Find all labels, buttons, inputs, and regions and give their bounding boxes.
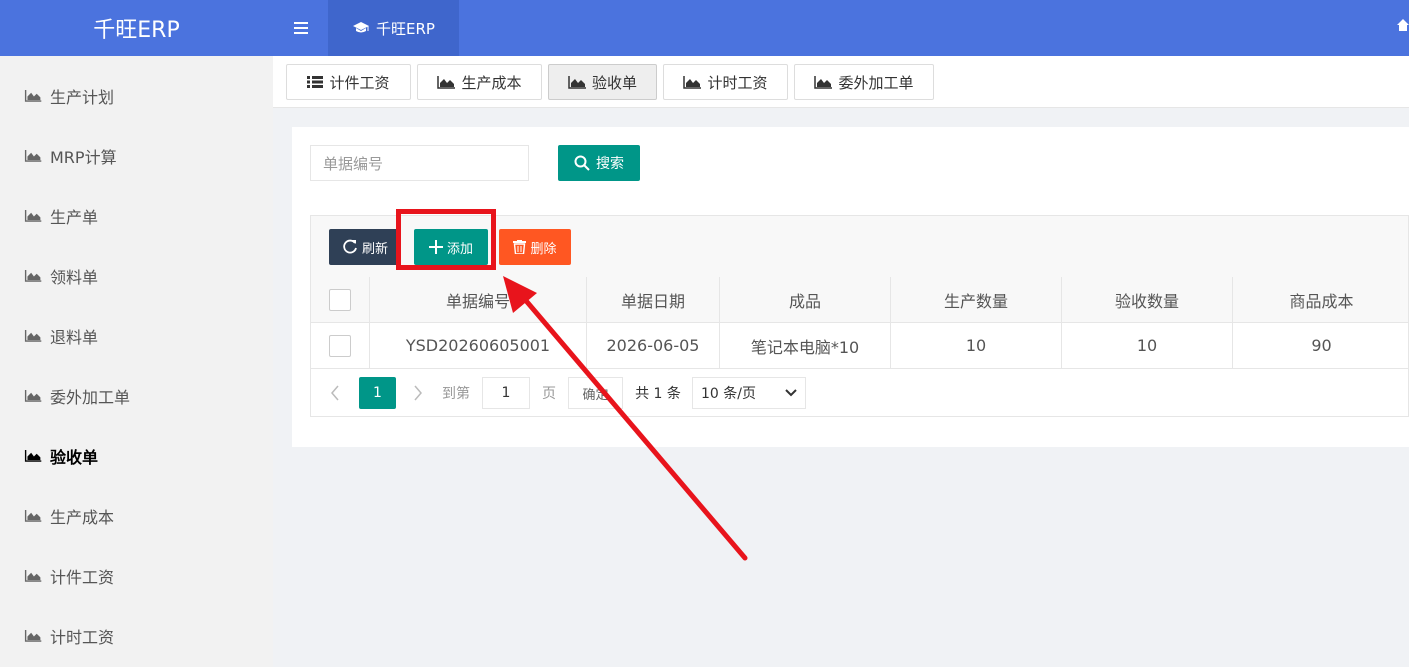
area-chart-icon	[24, 390, 42, 402]
column-header: 生产数量	[890, 277, 1061, 322]
area-chart-icon	[24, 330, 42, 342]
total-count: 共 1 条	[635, 386, 681, 402]
sidebar: 生产计划 MRP计算生产单领料单退料单委外加工单验收单生产成本计件工资计时工资	[0, 56, 273, 667]
column-header: 成品	[719, 277, 890, 322]
table-cell: 2026-06-05	[586, 323, 719, 368]
area-chart-icon	[683, 75, 702, 89]
table-row: YSD20260605001 2026-06-05 笔记本电脑*10 10 10 90	[310, 323, 1409, 369]
checkbox[interactable]	[329, 288, 351, 311]
page-size-value: 10 条/页	[701, 386, 756, 402]
highlight-box	[396, 209, 496, 270]
sidebar-item[interactable]: 生产计划	[0, 66, 273, 126]
sidebar-item[interactable]: 计件工资	[0, 546, 273, 606]
refresh-button[interactable]: 刷新	[329, 229, 401, 265]
area-chart-icon	[24, 510, 42, 522]
goto-confirm-button[interactable]: 确定	[568, 377, 623, 409]
menu-icon	[293, 22, 308, 34]
table-cell: 90	[1232, 323, 1409, 368]
search-icon	[574, 155, 590, 171]
graduation-cap-icon	[353, 22, 370, 33]
table-cell: 笔记本电脑*10	[719, 323, 890, 368]
search-button-label: 搜索	[596, 156, 624, 172]
table-cell: 10	[890, 323, 1061, 368]
top-bar: 千旺ERP 千旺ERP	[0, 0, 1409, 56]
sidebar-item-label: 生产计划	[50, 88, 115, 107]
area-chart-icon	[24, 630, 42, 642]
page-number-input[interactable]: 1	[482, 377, 530, 409]
sidebar-item[interactable]: 验收单	[0, 426, 273, 486]
document-number-input[interactable]: 单据编号	[310, 145, 529, 181]
sidebar-item[interactable]: MRP计算	[0, 126, 273, 186]
trash-icon	[513, 240, 527, 254]
sidebar-item-label: MRP计算	[50, 148, 117, 167]
delete-label: 删除	[530, 241, 557, 257]
column-header: 商品成本	[1232, 277, 1409, 322]
tab-label: 计件工资	[329, 73, 390, 92]
app-tab-label: 千旺ERP	[376, 19, 435, 38]
sidebar-item[interactable]: 退料单	[0, 306, 273, 366]
table-cell: 10	[1061, 323, 1232, 368]
page-unit-label: 页	[542, 386, 556, 402]
sidebar-item-label: 委外加工单	[50, 388, 131, 407]
tab-outsourcing[interactable]: 委外加工单	[794, 64, 934, 100]
area-chart-icon	[24, 210, 42, 222]
refresh-label: 刷新	[361, 241, 388, 257]
column-header: 单据编号	[369, 277, 586, 322]
checkbox[interactable]	[329, 334, 351, 357]
sidebar-item-label: 生产单	[50, 208, 99, 227]
area-chart-icon	[437, 75, 456, 89]
search-button[interactable]: 搜索	[558, 145, 640, 181]
tab-piece-wage[interactable]: 计件工资	[286, 64, 411, 100]
area-chart-icon	[24, 450, 42, 462]
delete-button[interactable]: 删除	[499, 229, 571, 265]
list-icon	[307, 76, 324, 88]
sidebar-item[interactable]: 委外加工单	[0, 366, 273, 426]
area-chart-icon	[814, 75, 833, 89]
page-1-button[interactable]: 1	[359, 377, 396, 409]
area-chart-icon	[24, 570, 42, 582]
brand-logo: 千旺ERP	[93, 18, 180, 43]
select-all-checkbox[interactable]	[311, 277, 369, 322]
area-chart-icon	[24, 270, 42, 282]
content-panel: 单据编号 搜索 刷新 添加 删除 单据编号 单据日期 成品 生产数量 验收数量 商品成本 Y…	[292, 127, 1409, 447]
refresh-icon	[343, 239, 357, 254]
area-chart-icon	[24, 90, 42, 102]
area-chart-icon	[568, 75, 586, 89]
sidebar-item[interactable]: 生产单	[0, 186, 273, 246]
sidebar-item[interactable]: 生产成本	[0, 486, 273, 546]
tab-label: 委外加工单	[838, 73, 914, 92]
tab-label: 验收单	[591, 73, 637, 92]
tab-label: 生产成本	[461, 73, 522, 92]
area-chart-icon	[24, 150, 42, 162]
table-header-row: 单据编号 单据日期 成品 生产数量 验收数量 商品成本	[310, 277, 1409, 323]
tab-strip: 计件工资 生产成本 验收单 计时工资 委外加工单	[273, 56, 1409, 108]
sidebar-item-label: 验收单	[50, 448, 99, 467]
sidebar-item-label: 退料单	[50, 328, 99, 347]
pagination: 1 到第 1 页 确定 共 1 条 10 条/页	[310, 369, 1409, 417]
table-cell: YSD20260605001	[369, 323, 586, 368]
app-tab[interactable]: 千旺ERP	[328, 0, 459, 56]
goto-label: 到第	[442, 386, 470, 402]
sidebar-item-label: 领料单	[50, 268, 99, 287]
sidebar-item-label: 计件工资	[50, 568, 115, 587]
home-icon[interactable]	[1397, 18, 1409, 32]
sidebar-item-label: 计时工资	[50, 628, 115, 647]
column-header: 单据日期	[586, 277, 719, 322]
column-header: 验收数量	[1061, 277, 1232, 322]
tab-production-cost[interactable]: 生产成本	[417, 64, 542, 100]
prev-page-icon[interactable]	[325, 377, 345, 409]
menu-toggle-button[interactable]	[273, 0, 328, 56]
next-page-icon[interactable]	[408, 377, 428, 409]
row-checkbox[interactable]	[311, 323, 369, 368]
sidebar-item[interactable]: 计时工资	[0, 606, 273, 666]
page-size-select[interactable]: 10 条/页	[692, 377, 806, 409]
tab-label: 计时工资	[707, 73, 768, 92]
sidebar-item[interactable]: 领料单	[0, 246, 273, 306]
tab-acceptance[interactable]: 验收单	[548, 64, 657, 100]
chevron-down-icon	[785, 389, 797, 397]
tab-time-wage[interactable]: 计时工资	[663, 64, 788, 100]
sidebar-item-label: 生产成本	[50, 508, 115, 527]
